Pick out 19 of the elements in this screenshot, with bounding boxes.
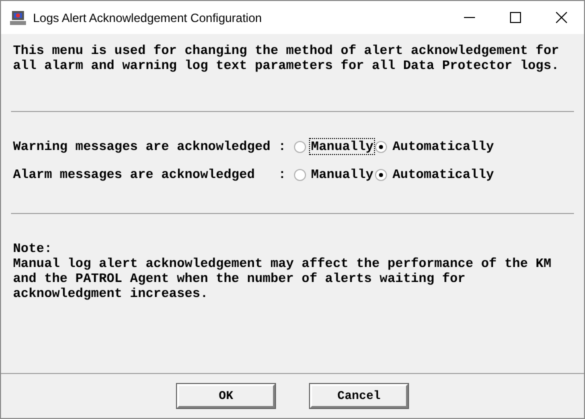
note-text: Manual log alert acknowledgement may affect the performance of the KM and the PATROL Agent when the number of alerts waiting for acknowledgment increases. [12,256,552,301]
note-heading: Note: [12,241,54,256]
dialog-button[interactable]: OK [177,384,275,408]
radio-option[interactable]: Automatically [375,166,496,183]
radio-option[interactable]: Automatically [375,138,496,155]
radio-button[interactable] [294,140,306,152]
intro-text: This menu is used for changing the method of alert acknowledgement for all alarm and warning log text parameters for all Data Protector logs. [12,42,560,73]
minimize-icon [464,17,474,18]
close-icon [556,12,566,23]
radio-button[interactable] [375,168,388,180]
radio-button[interactable] [375,140,388,152]
setting-label: Warning messages are acknowledged : [13,139,286,154]
dialog-button[interactable]: Cancel [310,384,408,408]
window-title: Logs Alert Acknowledgement Configuration [33,10,262,26]
setting-label: Alarm messages are acknowledged : [13,167,286,182]
radio-option[interactable]: Manually [294,166,376,183]
maximize-icon [510,12,520,23]
computer-icon [9,10,27,26]
radio-button[interactable] [294,168,306,180]
